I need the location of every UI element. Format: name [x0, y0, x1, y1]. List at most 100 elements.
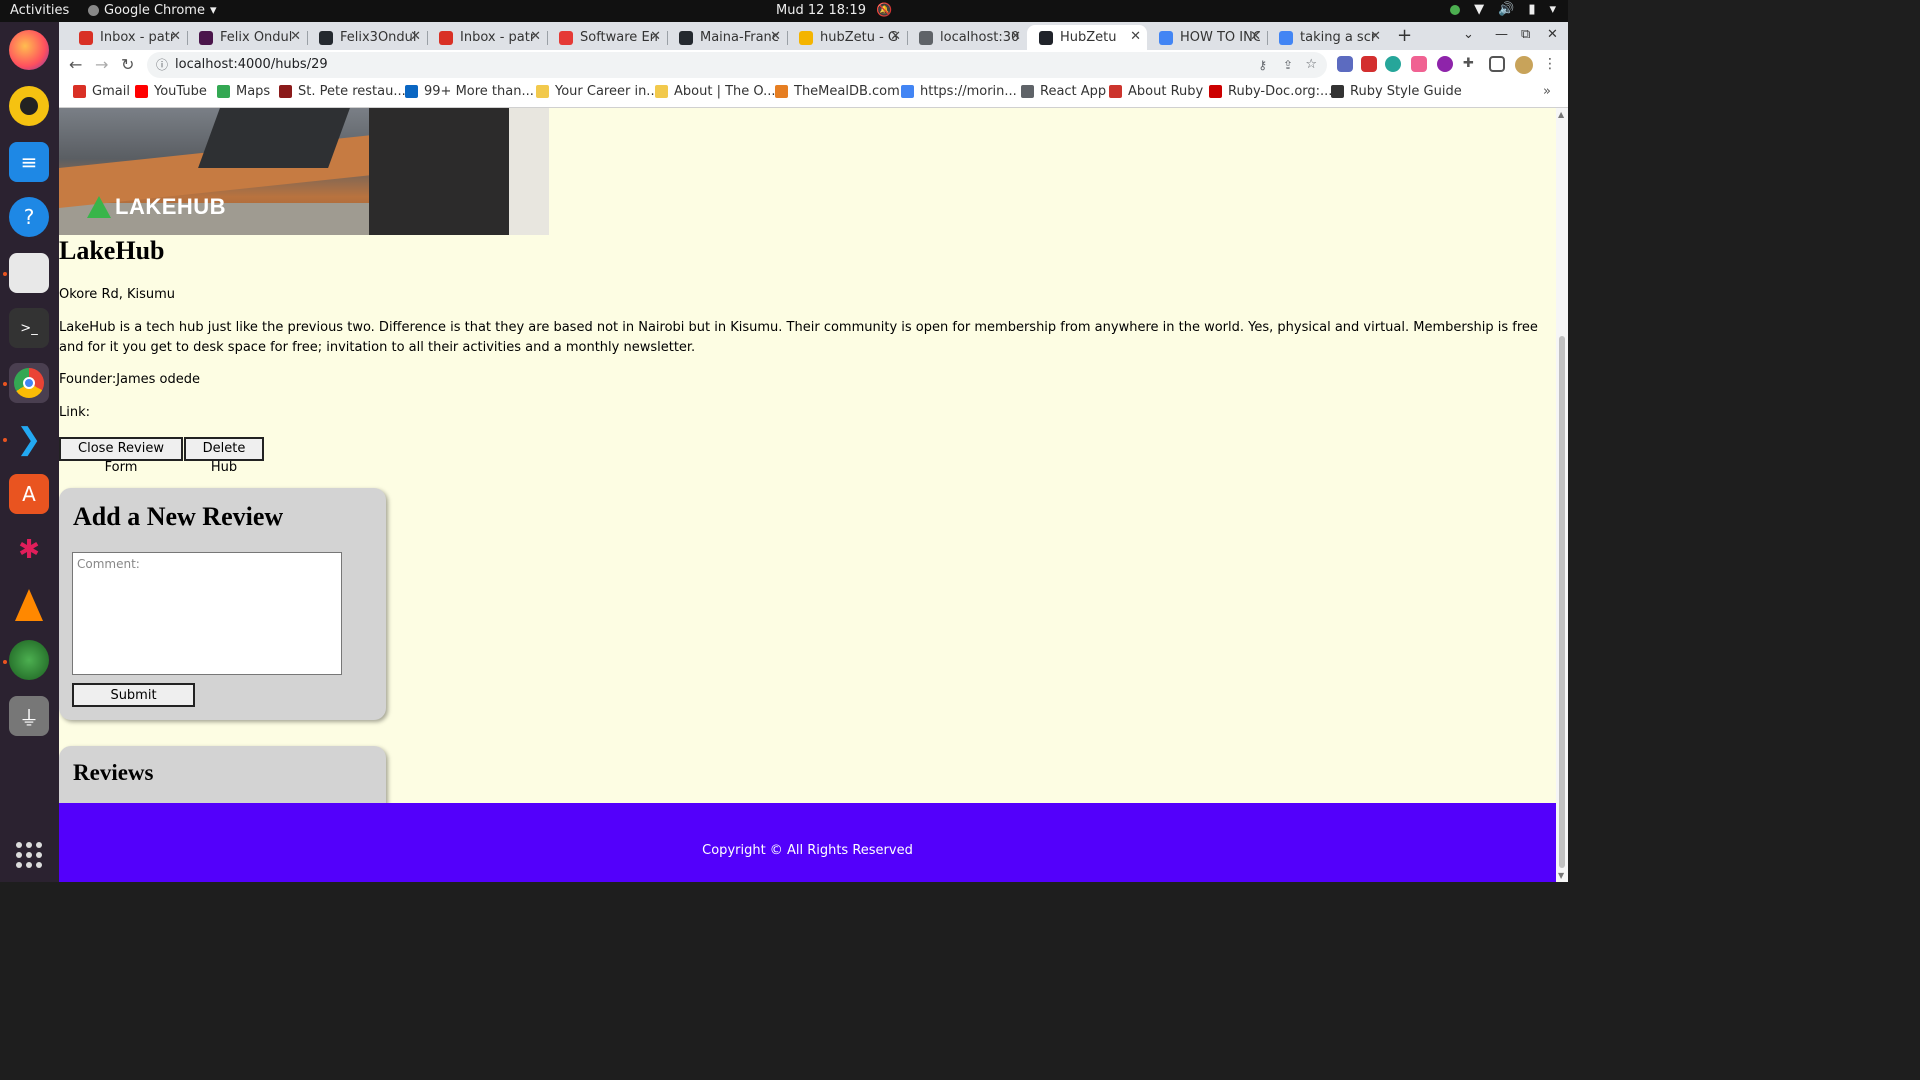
- bookmark-item[interactable]: Your Career in...: [536, 84, 659, 99]
- bookmark-favicon-icon: [775, 85, 788, 98]
- running-indicator: [3, 272, 7, 276]
- software-center-icon[interactable]: A: [9, 474, 49, 514]
- new-tab-icon[interactable]: +: [1397, 25, 1412, 46]
- browser-tab[interactable]: Felix Ondul ✕: [187, 25, 307, 50]
- browser-tab[interactable]: hubZetu - G ✕: [787, 25, 907, 50]
- bookmark-item[interactable]: https://morin...: [901, 84, 1017, 99]
- clock[interactable]: Mud 12 18:19 🔕: [776, 3, 892, 18]
- menu-kebab-icon[interactable]: ⋮: [1543, 56, 1559, 72]
- extensions-puzzle-icon[interactable]: ✚: [1463, 56, 1479, 72]
- chrome-dock-icon[interactable]: [9, 363, 49, 403]
- scroll-up-icon[interactable]: ▲: [1558, 110, 1564, 119]
- scrollbar-thumb[interactable]: [1559, 336, 1565, 868]
- side-panel-icon[interactable]: [1489, 56, 1505, 72]
- tab-search-icon[interactable]: ⌄: [1463, 27, 1474, 42]
- browser-tab[interactable]: Inbox - patr ✕: [67, 25, 187, 50]
- browser-tab[interactable]: Maina-Franc ✕: [667, 25, 787, 50]
- slides-icon: [799, 30, 813, 45]
- browser-tab[interactable]: HubZetu ✕: [1027, 25, 1147, 50]
- running-indicator: [3, 438, 7, 442]
- bookmark-item[interactable]: TheMealDB.com: [775, 84, 900, 99]
- submit-button[interactable]: Submit: [72, 683, 195, 707]
- usb-drive-icon[interactable]: ⏚: [9, 696, 49, 736]
- browser-tab[interactable]: localhost:30 ✕: [907, 25, 1027, 50]
- close-tab-icon[interactable]: ✕: [890, 29, 901, 44]
- extension-icon[interactable]: [1361, 56, 1377, 72]
- activities-button[interactable]: Activities: [10, 3, 69, 18]
- bookmark-label: Maps: [236, 84, 271, 99]
- close-tab-icon[interactable]: ✕: [770, 29, 781, 44]
- close-tab-icon[interactable]: ✕: [410, 29, 421, 44]
- tab-separator: [427, 31, 428, 45]
- extension-icon[interactable]: [1411, 56, 1427, 72]
- address-bar[interactable]: ⓘ localhost:4000/hubs/29 ⚷ ⇪ ☆: [147, 52, 1327, 78]
- close-tab-icon[interactable]: ✕: [530, 29, 541, 44]
- browser-tab[interactable]: taking a scr ✕: [1267, 25, 1387, 50]
- firefox-icon[interactable]: [9, 30, 49, 70]
- tab-title: HubZetu: [1060, 30, 1117, 45]
- bookmark-star-icon[interactable]: ☆: [1305, 52, 1317, 78]
- site-info-icon[interactable]: ⓘ: [156, 52, 168, 78]
- bookmark-item[interactable]: Gmail: [73, 84, 130, 99]
- comment-field[interactable]: [72, 552, 342, 675]
- battery-icon: ▮: [1528, 2, 1536, 17]
- bookmark-label: React App: [1040, 84, 1107, 99]
- close-tab-icon[interactable]: ✕: [650, 29, 661, 44]
- review-form-card: Add a New Review Submit: [59, 488, 386, 720]
- close-tab-icon[interactable]: ✕: [1010, 29, 1021, 44]
- files-icon[interactable]: [9, 253, 49, 293]
- vscode-icon[interactable]: ❯: [9, 419, 49, 459]
- running-indicator: [3, 382, 7, 386]
- bookmark-favicon-icon: [217, 85, 230, 98]
- close-window-icon[interactable]: ✕: [1547, 27, 1558, 42]
- close-tab-icon[interactable]: ✕: [1130, 29, 1141, 44]
- extension-icon[interactable]: [1437, 56, 1453, 72]
- help-icon[interactable]: ?: [9, 197, 49, 237]
- browser-tab[interactable]: HOW TO INC ✕: [1147, 25, 1267, 50]
- bookmark-item[interactable]: Ruby Style Guide: [1331, 84, 1462, 99]
- password-key-icon[interactable]: ⚷: [1258, 52, 1267, 78]
- bookmark-item[interactable]: Maps: [217, 84, 270, 99]
- bookmark-item[interactable]: About | The O...: [655, 84, 776, 99]
- close-tab-icon[interactable]: ✕: [170, 29, 181, 44]
- tab-title: Felix3Ondul: [340, 30, 417, 45]
- browser-tab[interactable]: Felix3Ondul ✕: [307, 25, 427, 50]
- delete-hub-button[interactable]: Delete Hub: [184, 437, 264, 475]
- more-bookmarks-icon[interactable]: »: [1543, 84, 1551, 99]
- writer-icon[interactable]: ≡: [9, 142, 49, 182]
- terminal-icon[interactable]: >_: [9, 308, 49, 348]
- bookmark-item[interactable]: YouTube: [135, 84, 207, 99]
- show-applications-icon[interactable]: [16, 842, 42, 868]
- vlc-icon[interactable]: [9, 585, 49, 625]
- avatar[interactable]: [1515, 56, 1533, 74]
- extension-icon[interactable]: [1337, 56, 1353, 72]
- reload-icon[interactable]: ↻: [121, 55, 134, 74]
- page-scrollbar[interactable]: ▲ ▼: [1556, 108, 1568, 882]
- browser-tab[interactable]: Inbox - patr ✕: [427, 25, 547, 50]
- share-icon[interactable]: ⇪: [1283, 52, 1293, 78]
- camera-app-icon[interactable]: [9, 640, 49, 680]
- bookmark-item[interactable]: About Ruby: [1109, 84, 1203, 99]
- scroll-down-icon[interactable]: ▼: [1558, 871, 1564, 880]
- close-tab-icon[interactable]: ✕: [290, 29, 301, 44]
- rhythmbox-icon[interactable]: [9, 86, 49, 126]
- globe-icon: [919, 30, 933, 45]
- extension-icon[interactable]: [1385, 56, 1401, 72]
- close-review-form-button[interactable]: Close Review Form: [59, 437, 183, 475]
- browser-chrome: Inbox - patr ✕ Felix Ondul ✕ Felix3Ondul ✕ Inb…: [59, 22, 1568, 108]
- close-tab-icon[interactable]: ✕: [1250, 29, 1261, 44]
- github-icon: [679, 30, 693, 45]
- bookmark-item[interactable]: Ruby-Doc.org:...: [1209, 84, 1332, 99]
- slack-icon[interactable]: ✱: [9, 530, 49, 570]
- browser-tab[interactable]: Software En ✕: [547, 25, 667, 50]
- minimize-icon[interactable]: —: [1495, 27, 1508, 42]
- app-menu[interactable]: Google Chrome ▾: [88, 3, 217, 18]
- bookmark-item[interactable]: React App: [1021, 84, 1106, 99]
- bookmark-item[interactable]: 99+ More than...: [405, 84, 534, 99]
- close-tab-icon[interactable]: ✕: [1370, 29, 1381, 44]
- system-tray[interactable]: ▼ 🔊 ▮ ▾: [1450, 2, 1556, 17]
- forward-icon[interactable]: →: [95, 55, 108, 74]
- restore-icon[interactable]: ⧉: [1521, 27, 1530, 42]
- bookmark-item[interactable]: St. Pete restau...: [279, 84, 406, 99]
- back-icon[interactable]: ←: [69, 55, 82, 74]
